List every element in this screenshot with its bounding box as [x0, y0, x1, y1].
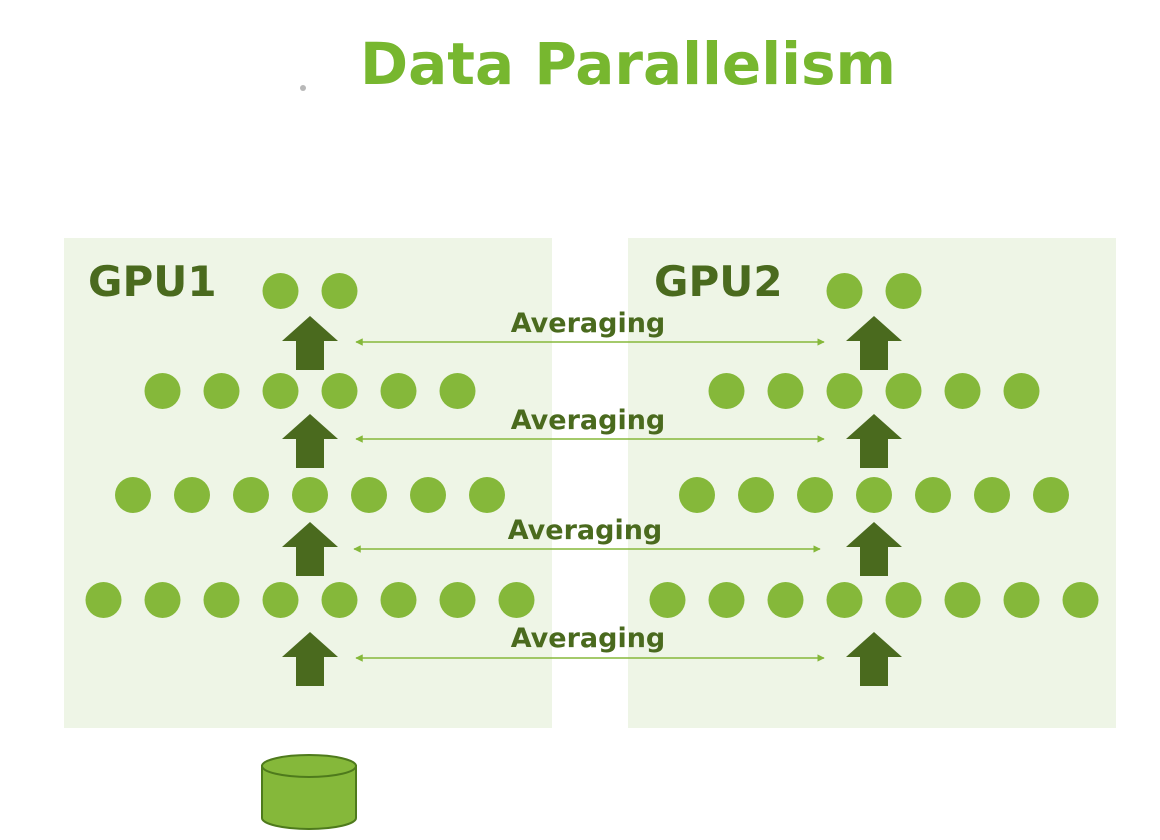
- neuron: [826, 373, 863, 409]
- database-icon: [261, 754, 357, 830]
- neuron: [115, 477, 151, 513]
- averaging-label: Averaging: [511, 308, 666, 339]
- neuron: [797, 477, 833, 513]
- neuron: [944, 582, 981, 618]
- neuron: [915, 477, 951, 513]
- neuron: [321, 373, 358, 409]
- neuron: [826, 273, 863, 309]
- averaging-label: Averaging: [508, 515, 663, 546]
- neuron: [144, 582, 181, 618]
- gpu1-label: GPU1: [88, 257, 217, 306]
- neuron: [885, 373, 922, 409]
- neuron: [1003, 373, 1040, 409]
- neuron: [203, 582, 240, 618]
- neuron: [738, 477, 774, 513]
- neuron: [1033, 477, 1069, 513]
- neuron: [885, 582, 922, 618]
- data-parallelism-diagram: GPU1 GPU2 Averaging Averaging Averaging …: [64, 238, 1116, 830]
- averaging-label: Averaging: [511, 405, 666, 436]
- neuron: [767, 582, 804, 618]
- neuron: [262, 582, 299, 618]
- neuron: [974, 477, 1010, 513]
- neuron: [885, 273, 922, 309]
- neuron: [1003, 582, 1040, 618]
- neuron: [292, 477, 328, 513]
- neuron: [708, 582, 745, 618]
- neuron: [826, 582, 863, 618]
- neuron: [1062, 582, 1099, 618]
- neuron: [262, 373, 299, 409]
- gpu2-label: GPU2: [654, 257, 783, 306]
- neuron: [708, 373, 745, 409]
- averaging-label: Averaging: [511, 623, 666, 654]
- neuron: [203, 373, 240, 409]
- neuron: [439, 373, 476, 409]
- neuron: [351, 477, 387, 513]
- neuron: [649, 582, 686, 618]
- neuron: [174, 477, 210, 513]
- neuron: [469, 477, 505, 513]
- neuron: [380, 582, 417, 618]
- neuron: [767, 373, 804, 409]
- neuron: [380, 373, 417, 409]
- neuron: [944, 373, 981, 409]
- neuron: [144, 373, 181, 409]
- neuron: [679, 477, 715, 513]
- neuron: [410, 477, 446, 513]
- neuron: [85, 582, 122, 618]
- slide: Data Parallelism GPU1 GPU2 Averaging Ave…: [0, 0, 1160, 840]
- neuron: [856, 477, 892, 513]
- neuron: [233, 477, 269, 513]
- neuron: [498, 582, 535, 618]
- neuron: [321, 273, 358, 309]
- neuron: [262, 273, 299, 309]
- neuron: [321, 582, 358, 618]
- neuron: [439, 582, 476, 618]
